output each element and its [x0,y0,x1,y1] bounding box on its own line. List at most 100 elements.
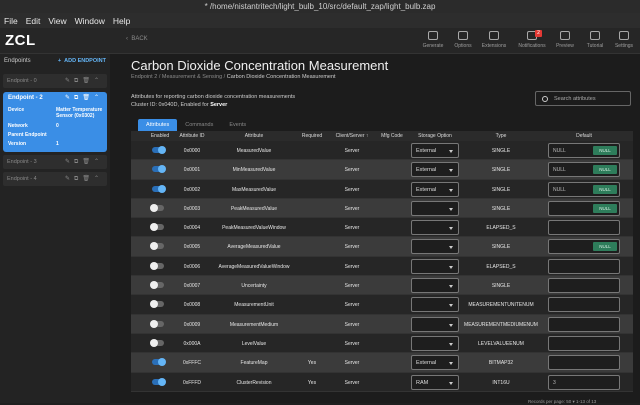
attribute-type: SINGLE [491,186,511,193]
enabled-toggle[interactable] [152,184,166,193]
back-button[interactable]: ‹ BACK [126,36,148,42]
col-client-server[interactable]: Client/Server ↑ [329,133,375,139]
chevron-down-icon [449,150,453,153]
col-attribute[interactable]: Attribute [211,133,297,139]
endpoint-item[interactable]: Endpoint - 3 ✎⧉🗑⌃ [3,155,107,169]
toggle-knob [150,319,158,328]
col-enabled[interactable]: Enabled [145,133,175,139]
default-value-input[interactable] [548,258,620,274]
default-value-input[interactable] [548,278,620,294]
endpoint-item[interactable]: Endpoint - 0 ✎⧉🗑⌃ [3,74,107,88]
table-row: 0x0007 Uncertainty Server SINGLE [131,276,633,296]
default-value-input[interactable] [548,297,620,313]
menu-file[interactable]: File [0,16,22,26]
null-button[interactable]: NULL [593,184,617,194]
col-default[interactable]: Default [548,133,620,139]
menu-help[interactable]: Help [109,16,134,26]
breadcrumb-item[interactable]: Endpoint 2 [131,74,157,80]
default-value-input[interactable]: NULL [548,239,620,255]
enabled-toggle[interactable] [150,300,164,309]
attribute-id: 0x000A [183,340,201,347]
menu-window[interactable]: Window [71,16,109,26]
null-button[interactable]: NULL [593,242,617,252]
attribute-id: 0xFFFD [182,379,202,386]
attribute-required: Yes [307,379,317,386]
generate-button[interactable]: Generate [418,31,448,49]
default-value-input[interactable]: NULL [548,200,620,216]
attribute-id: 0xFFFC [182,360,202,367]
col-mfg-code[interactable]: Mfg Code [375,133,409,139]
storage-option-select[interactable]: External [411,143,459,158]
default-value-input[interactable] [548,335,620,351]
storage-option-select[interactable] [411,258,459,274]
storage-option-select[interactable]: External [411,355,459,371]
enabled-toggle[interactable] [152,377,166,386]
storage-option-value: External [416,148,437,154]
col-type[interactable]: Type [461,133,541,139]
enabled-toggle[interactable] [152,146,166,154]
search-placeholder: Search attributes [554,96,596,102]
cluster-id-text: Cluster ID: 0x040D, Enabled for [131,102,209,108]
null-button[interactable]: NULL [593,146,617,155]
menu-view[interactable]: View [44,16,70,26]
enabled-toggle[interactable] [150,338,164,347]
menu-edit[interactable]: Edit [22,16,45,26]
tab-attributes[interactable]: Attributes [138,119,178,131]
storage-option-select[interactable]: External [411,162,459,178]
storage-option-select[interactable]: RAM [411,374,459,390]
storage-option-select[interactable] [411,239,459,255]
tab-commands[interactable]: Commands [177,119,221,131]
endpoint-actions[interactable]: ✎⧉🗑⌃ [65,158,103,166]
default-value-input[interactable] [548,355,620,371]
col-required[interactable]: Required [297,133,327,139]
endpoint-item-selected[interactable]: Endpoint - 2 ✎⧉🗑⌃ Device Matter Temperat… [3,92,107,152]
options-button[interactable]: Options [448,31,478,49]
storage-option-select[interactable] [411,297,459,313]
null-button[interactable]: NULL [593,203,617,213]
endpoint-item[interactable]: Endpoint - 4 ✎⧉🗑⌃ [3,172,107,186]
endpoint-actions[interactable]: ✎⧉🗑⌃ [65,77,103,85]
breadcrumb-item[interactable]: Measurement & Sensing [162,74,222,80]
default-value-input[interactable]: 3 [548,374,620,390]
breadcrumb: Endpoint 2 / Measurement & Sensing / Car… [131,74,336,80]
enabled-toggle[interactable] [150,203,164,212]
endpoint-actions[interactable]: ✎⧉🗑⌃ [65,175,103,183]
tab-events[interactable]: Events [221,119,254,131]
enabled-toggle[interactable] [150,223,164,232]
enabled-toggle[interactable] [150,261,164,270]
chevron-down-icon [449,246,453,250]
default-value-input[interactable]: NULL NULL [548,181,620,197]
default-value-input[interactable]: NULL NULL [548,143,620,158]
extensions-button[interactable]: Extensions [479,31,509,49]
storage-option-select[interactable] [411,278,459,294]
page-title: Carbon Dioxide Concentration Measurement [131,58,389,73]
default-value-input[interactable] [548,220,620,236]
storage-option-select[interactable] [411,316,459,332]
default-value-input[interactable] [548,316,620,332]
tutorial-button[interactable]: Tutorial [580,31,610,49]
preview-button[interactable]: Preview [550,31,580,49]
storage-option-select[interactable] [411,220,459,236]
enabled-toggle[interactable] [152,358,166,367]
storage-option-select[interactable] [411,200,459,216]
settings-button[interactable]: Settings [609,31,639,49]
null-button[interactable]: NULL [593,165,617,175]
table-row: 0xFFFD ClusterRevision Yes Server RAM INT16U 3 [131,372,633,392]
enabled-toggle[interactable] [150,242,164,251]
enabled-toggle[interactable] [150,281,164,290]
col-storage-option[interactable]: Storage Option [411,133,459,139]
enabled-toggle[interactable] [150,319,164,328]
main-content: Carbon Dioxide Concentration Measurement… [110,54,640,404]
attribute-id: 0x0001 [183,167,201,174]
default-value-input[interactable]: NULL NULL [548,162,620,178]
notifications-button[interactable]: 2 Notifications [517,30,547,49]
storage-option-select[interactable]: External [411,181,459,197]
endpoint-selected-actions[interactable]: ✎⧉🗑⌃ [65,94,103,102]
default-value: NULL [553,167,566,174]
search-input[interactable]: Search attributes [535,91,631,106]
add-endpoint-button[interactable]: + ADD ENDPOINT [58,58,106,64]
storage-option-select[interactable] [411,335,459,351]
col-attribute-id[interactable]: Attribute ID [175,133,209,139]
enabled-toggle[interactable] [152,165,166,174]
table-row: 0x0000 MeasuredValue Server External SINGLE N… [131,141,633,161]
